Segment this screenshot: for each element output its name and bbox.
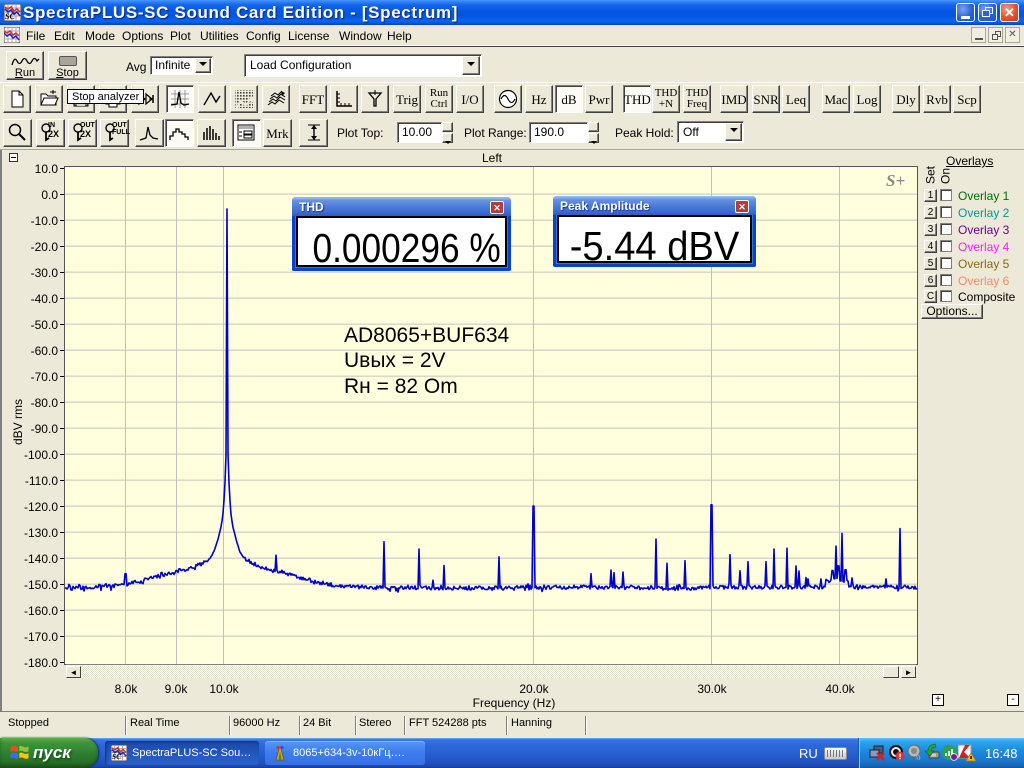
- svg-text:SC: SC: [5, 12, 15, 21]
- svg-text:SC: SC: [112, 752, 122, 761]
